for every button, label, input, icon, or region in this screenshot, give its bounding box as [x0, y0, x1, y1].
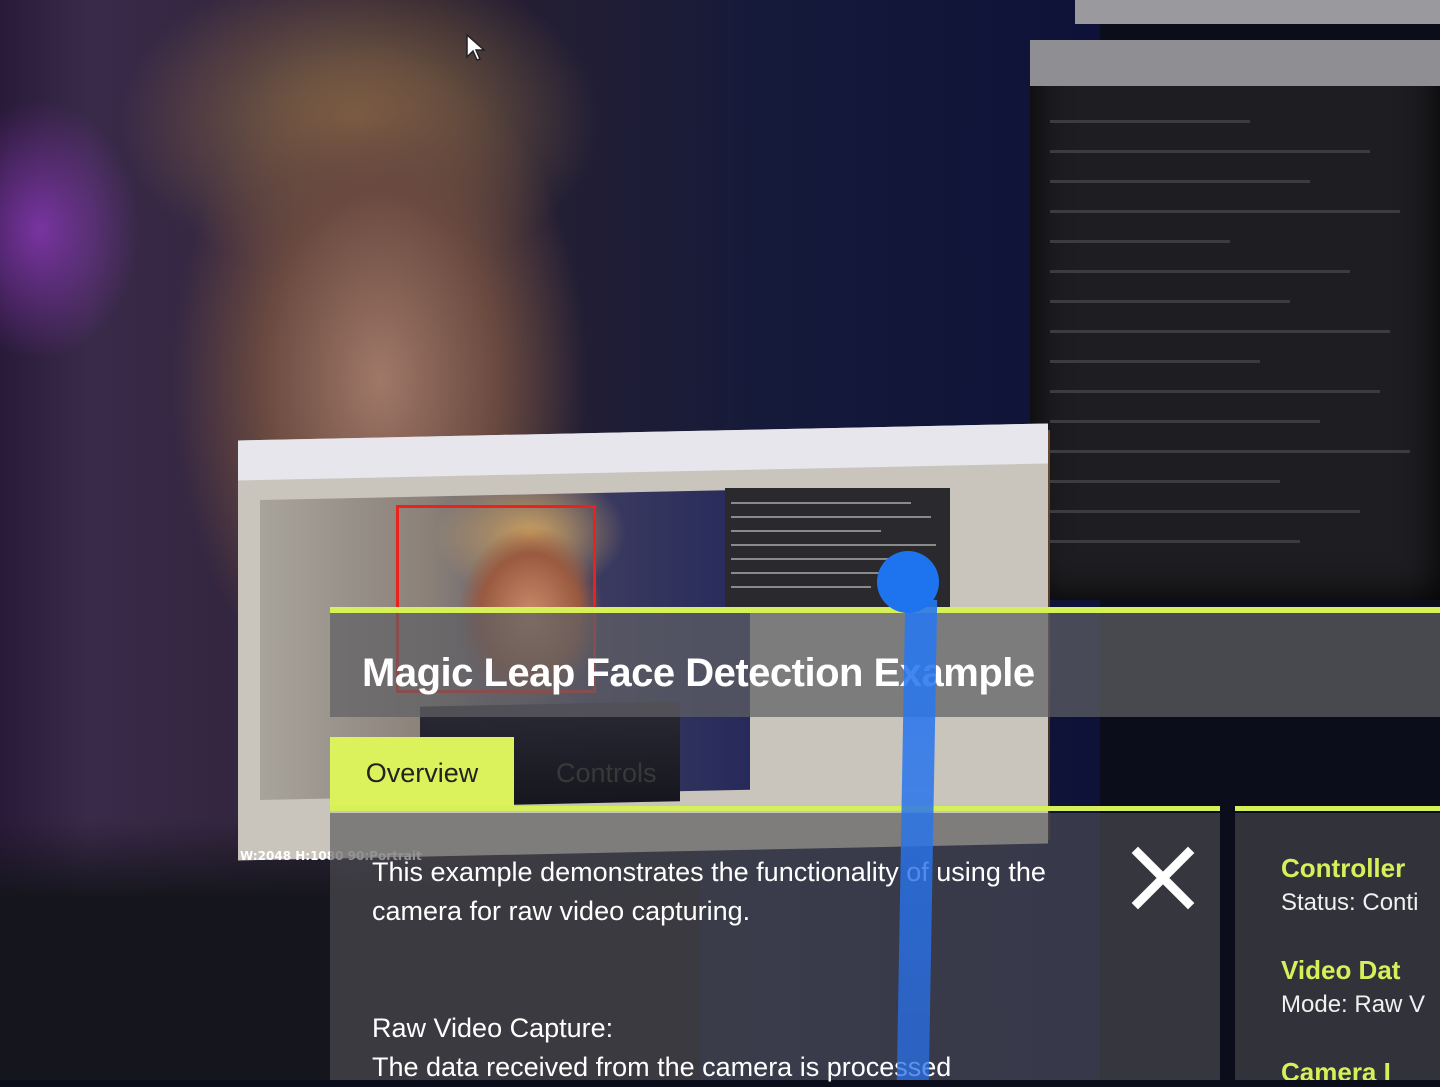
- controller-status: Status: Conti: [1281, 889, 1419, 916]
- monitor-top-bar: [1075, 0, 1440, 24]
- code-line: [1050, 510, 1360, 513]
- tab-divider: [330, 806, 1220, 811]
- code-line: [1050, 330, 1390, 333]
- terminal-line: [731, 544, 936, 546]
- overview-description: This example demonstrates the functional…: [372, 857, 1046, 926]
- code-line: [1050, 270, 1350, 273]
- title-band: Magic Leap Face Detection Example: [330, 607, 1440, 717]
- close-area: [1106, 813, 1220, 1080]
- code-line: [1050, 450, 1410, 453]
- camera-heading: Camera I: [1281, 1057, 1391, 1080]
- tab-overview[interactable]: Overview: [330, 737, 514, 809]
- close-icon[interactable]: [1130, 845, 1196, 911]
- mouse-cursor-icon: [466, 33, 486, 61]
- section-heading: Raw Video Capture:: [372, 1013, 614, 1043]
- overview-content[interactable]: This example demonstrates the functional…: [330, 813, 1106, 1082]
- code-line: [1050, 540, 1300, 543]
- code-line: [1050, 210, 1400, 213]
- ar-info-panel: Magic Leap Face Detection Example Overvi…: [330, 607, 1440, 1082]
- code-line: [1050, 360, 1260, 363]
- terminal-line: [731, 516, 931, 518]
- section-text: The data received from the camera is pro…: [372, 1052, 952, 1082]
- status-side-panel: Controller Status: Conti Video Dat Mode:…: [1235, 813, 1440, 1080]
- monitor-title-bar: [1030, 40, 1440, 86]
- raw-video-section: Raw Video Capture: The data received fro…: [372, 1009, 1072, 1087]
- code-line: [1050, 390, 1380, 393]
- purple-light: [0, 100, 140, 360]
- controller-pointer: [877, 551, 939, 613]
- code-line: [1050, 150, 1370, 153]
- video-mode-status: Mode: Raw V: [1281, 991, 1426, 1018]
- code-line: [1050, 420, 1320, 423]
- tab-controls[interactable]: Controls: [556, 737, 706, 809]
- code-line: [1050, 300, 1290, 303]
- code-line: [1050, 480, 1280, 483]
- terminal-line: [731, 586, 871, 588]
- terminal-line: [731, 530, 881, 532]
- code-line: [1050, 180, 1310, 183]
- video-data-heading: Video Dat: [1281, 955, 1401, 985]
- side-divider: [1235, 806, 1440, 811]
- terminal-line: [731, 558, 901, 560]
- background-monitor: [1030, 40, 1440, 600]
- code-line: [1050, 120, 1250, 123]
- terminal-line: [731, 502, 911, 504]
- controller-heading: Controller: [1281, 853, 1406, 883]
- code-line: [1050, 240, 1230, 243]
